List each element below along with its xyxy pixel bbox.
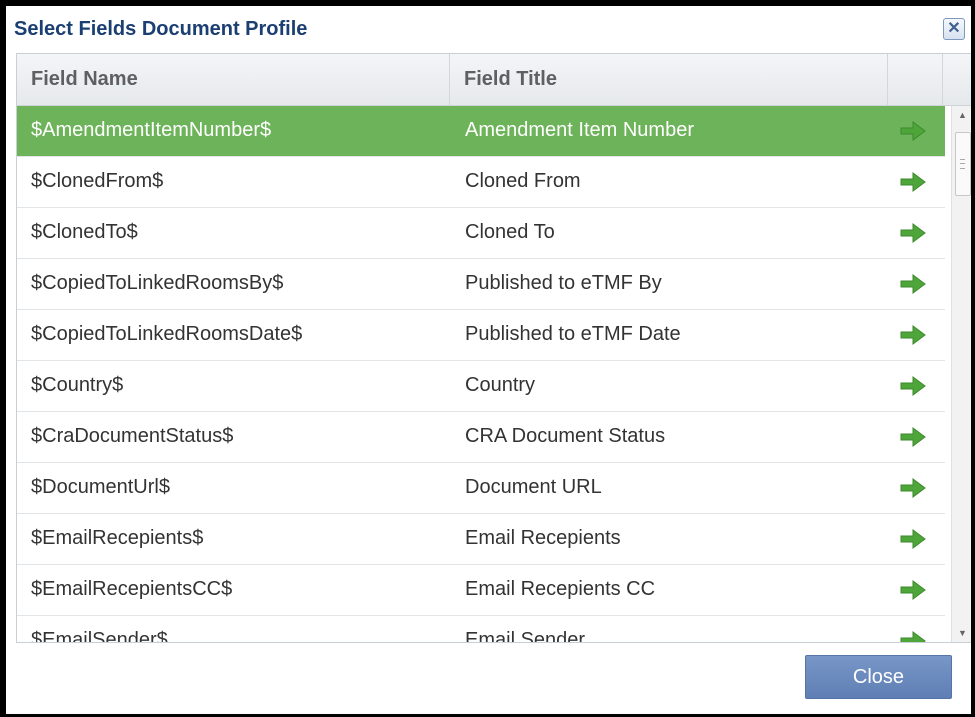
scroll-down-icon[interactable]: ▼: [952, 624, 971, 642]
grid-body: $AmendmentItemNumber$ Amendment Item Numb…: [17, 106, 945, 642]
field-title-cell: Email Sender: [465, 629, 586, 642]
arrow-right-icon[interactable]: [900, 631, 926, 642]
table-row[interactable]: $AmendmentItemNumber$ Amendment Item Numb…: [17, 106, 945, 157]
close-icon[interactable]: ✕: [943, 18, 965, 40]
scrollbar-thumb[interactable]: [955, 132, 971, 196]
table-row[interactable]: $CopiedToLinkedRoomsDate$ Published to eT…: [17, 310, 945, 361]
table-row[interactable]: $DocumentUrl$ Document URL: [17, 463, 945, 514]
field-title-cell: Published to eTMF Date: [465, 323, 681, 345]
field-title-cell: Amendment Item Number: [465, 119, 694, 141]
arrow-right-icon[interactable]: [900, 172, 926, 192]
dialog-titlebar: Select Fields Document Profile ✕: [6, 6, 971, 53]
table-row[interactable]: $CopiedToLinkedRoomsBy$ Published to eTMF…: [17, 259, 945, 310]
field-title-cell: Document URL: [465, 476, 602, 498]
arrow-right-icon[interactable]: [900, 529, 926, 549]
table-row[interactable]: $EmailRecepientsCC$ Email Recepients CC: [17, 565, 945, 616]
field-name-cell: $EmailRecepientsCC$: [31, 578, 233, 600]
column-header-field-title[interactable]: Field Title: [450, 54, 888, 105]
arrow-right-icon[interactable]: [900, 274, 926, 294]
column-header-action: [888, 54, 943, 105]
field-name-cell: $CraDocumentStatus$: [31, 425, 234, 447]
table-row[interactable]: $ClonedTo$ Cloned To: [17, 208, 945, 259]
fields-grid: Field Name Field Title $AmendmentItemNum…: [16, 53, 971, 643]
arrow-right-icon[interactable]: [900, 325, 926, 345]
arrow-right-icon[interactable]: [900, 223, 926, 243]
field-name-cell: $Country$: [31, 374, 124, 396]
field-title-cell: Cloned To: [465, 221, 555, 243]
arrow-right-icon[interactable]: [900, 376, 926, 396]
field-title-cell: Published to eTMF By: [465, 272, 662, 294]
field-title-cell: Cloned From: [465, 170, 581, 192]
field-title-cell: Email Recepients: [465, 527, 621, 549]
field-name-cell: $ClonedTo$: [31, 221, 138, 243]
vertical-scrollbar[interactable]: ▲ ▼: [951, 106, 971, 642]
field-name-cell: $EmailRecepients$: [31, 527, 204, 549]
table-row[interactable]: $EmailSender$ Email Sender: [17, 616, 945, 642]
grip-icon: [960, 159, 965, 169]
table-row[interactable]: $ClonedFrom$ Cloned From: [17, 157, 945, 208]
scroll-up-icon[interactable]: ▲: [952, 106, 971, 124]
field-name-cell: $DocumentUrl$: [31, 476, 170, 498]
field-name-cell: $AmendmentItemNumber$: [31, 119, 272, 141]
arrow-right-icon[interactable]: [900, 478, 926, 498]
close-button[interactable]: Close: [805, 655, 952, 699]
field-title-cell: CRA Document Status: [465, 425, 666, 447]
table-row[interactable]: $EmailRecepients$ Email Recepients: [17, 514, 945, 565]
arrow-right-icon[interactable]: [900, 427, 926, 447]
table-row[interactable]: $Country$ Country: [17, 361, 945, 412]
field-title-cell: Email Recepients CC: [465, 578, 656, 600]
arrow-right-icon[interactable]: [900, 580, 926, 600]
field-name-cell: $EmailSender$: [31, 629, 168, 642]
field-title-cell: Country: [465, 374, 536, 396]
select-fields-dialog: Select Fields Document Profile ✕ Field N…: [6, 6, 971, 714]
table-row[interactable]: $CraDocumentStatus$ CRA Document Status: [17, 412, 945, 463]
field-name-cell: $ClonedFrom$: [31, 170, 164, 192]
field-name-cell: $CopiedToLinkedRoomsDate$: [31, 323, 303, 345]
dialog-title: Select Fields Document Profile: [14, 18, 308, 40]
grid-header: Field Name Field Title: [17, 54, 971, 106]
field-name-cell: $CopiedToLinkedRoomsBy$: [31, 272, 284, 294]
column-header-field-name[interactable]: Field Name: [17, 54, 450, 105]
arrow-right-icon[interactable]: [900, 121, 926, 141]
